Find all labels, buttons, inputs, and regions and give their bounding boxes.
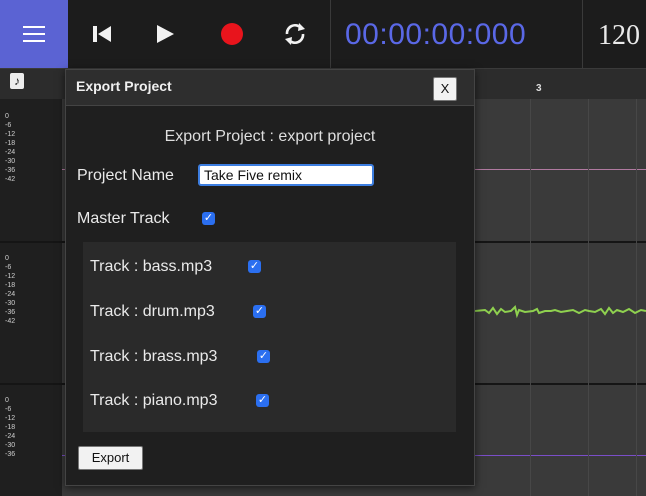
meter-label: 0 xyxy=(5,113,9,120)
track-meter: 0 -6 -12 -18 -24 -30 -36 -42 xyxy=(0,243,62,383)
dialog-subtitle: Export Project : export project xyxy=(164,128,376,145)
music-note-icon: ♪ xyxy=(10,73,24,89)
play-icon xyxy=(157,25,174,43)
meter-label: -6 xyxy=(5,122,12,129)
track-meter: 0 -6 -12 -18 -24 -30 -36 -42 xyxy=(0,99,62,241)
meter-label: -24 xyxy=(5,291,16,298)
track-checkbox-drum[interactable]: ✓ xyxy=(253,305,266,318)
export-project-dialog: Export Project X Export Project : export… xyxy=(65,69,475,486)
track-checkbox-brass[interactable]: ✓ xyxy=(257,350,270,363)
toolbar: 00:00:00:000 120 xyxy=(0,0,646,69)
meter-label: -30 xyxy=(5,442,16,449)
meter-label: -12 xyxy=(5,415,16,422)
loop-icon xyxy=(285,23,305,45)
track-checkbox-piano[interactable]: ✓ xyxy=(256,394,269,407)
meter-label: -6 xyxy=(5,264,12,271)
project-name-input[interactable] xyxy=(198,164,374,186)
project-name-label: Project Name xyxy=(77,167,174,184)
tracks-list: Track : bass.mp3 ✓ Track : drum.mp3 ✓ Tr… xyxy=(83,242,456,432)
toolbar-divider xyxy=(330,0,331,68)
meter-label: -36 xyxy=(5,309,16,316)
meter-label: -18 xyxy=(5,282,16,289)
dialog-title: Export Project xyxy=(76,78,172,94)
play-button[interactable] xyxy=(145,14,185,54)
meter-label: -36 xyxy=(5,167,16,174)
menu-icon xyxy=(23,26,45,42)
record-button[interactable] xyxy=(212,14,252,54)
bpm-display[interactable]: 120 xyxy=(598,20,640,52)
ruler-marker: 3 xyxy=(536,83,542,94)
menu-button[interactable] xyxy=(0,0,68,68)
loop-button[interactable] xyxy=(275,14,315,54)
track-checkbox-bass[interactable]: ✓ xyxy=(248,260,261,273)
master-track-checkbox[interactable]: ✓ xyxy=(202,212,215,225)
meter-label: -6 xyxy=(5,406,12,413)
master-track-label: Master Track xyxy=(77,210,170,227)
meter-label: 0 xyxy=(5,255,9,262)
track-meter: 0 -6 -12 -18 -24 -30 -36 xyxy=(0,385,62,496)
meter-label: -30 xyxy=(5,158,16,165)
meter-label: -24 xyxy=(5,433,16,440)
close-button[interactable]: X xyxy=(433,77,457,101)
meter-label: 0 xyxy=(5,397,9,404)
meter-label: -18 xyxy=(5,140,16,147)
export-button[interactable]: Export xyxy=(78,446,143,470)
meter-label: -42 xyxy=(5,176,16,183)
timecode-display: 00:00:00:000 xyxy=(345,18,527,51)
audio-waveform xyxy=(475,305,646,319)
record-icon xyxy=(221,23,243,45)
track-label: Track : piano.mp3 xyxy=(90,392,218,409)
meter-label: -18 xyxy=(5,424,16,431)
meter-label: -42 xyxy=(5,318,16,325)
skip-back-icon xyxy=(93,26,111,42)
meter-label: -12 xyxy=(5,131,16,138)
toolbar-divider xyxy=(582,0,583,68)
track-label: Track : bass.mp3 xyxy=(90,258,213,275)
meter-label: -12 xyxy=(5,273,16,280)
track-label: Track : drum.mp3 xyxy=(90,303,215,320)
meter-label: -30 xyxy=(5,300,16,307)
track-label: Track : brass.mp3 xyxy=(90,348,218,365)
dialog-header: Export Project X xyxy=(66,70,474,106)
meter-label: -36 xyxy=(5,451,16,458)
skip-back-button[interactable] xyxy=(82,14,122,54)
meter-label: -24 xyxy=(5,149,16,156)
